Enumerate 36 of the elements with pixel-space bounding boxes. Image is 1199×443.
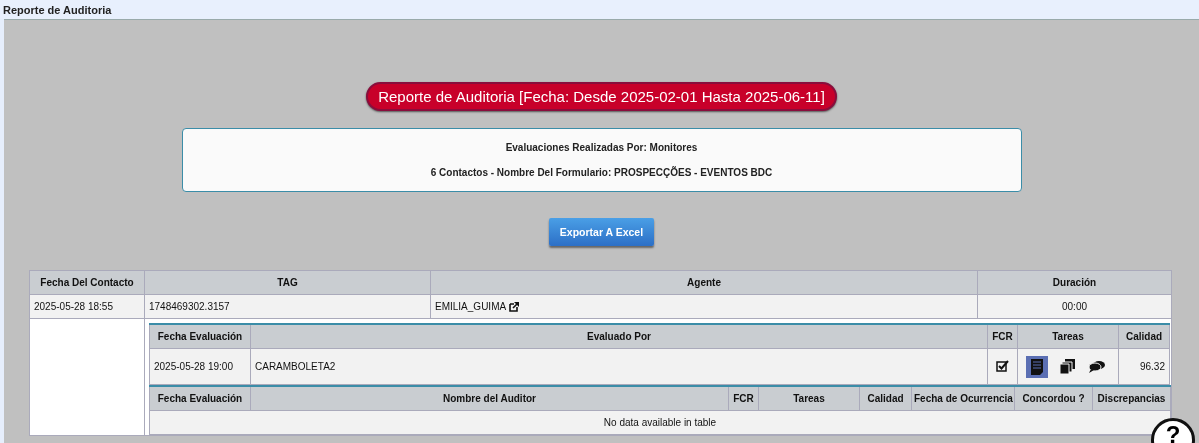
agent-link[interactable]: EMILIA_GUIMA xyxy=(435,301,507,312)
export-button[interactable]: Exportar A Excel xyxy=(548,218,655,246)
info-text: 6 Contactos - Nombre Del Formulario: PROSPECÇÕES - EVENTOS BDC xyxy=(430,167,773,178)
column-header: Nombre del Auditor xyxy=(250,386,729,411)
column-header: Fecha Evaluación xyxy=(149,324,251,349)
table-cell: 1748469302.3157 xyxy=(144,294,431,319)
column-header: Fecha Evaluación xyxy=(149,386,251,411)
table-cell: 2025-05-28 18:55 xyxy=(29,294,145,319)
column-header: FCR xyxy=(987,324,1018,349)
column-header: FCR xyxy=(728,386,759,411)
help-button[interactable]: ? xyxy=(1151,418,1195,443)
column-header: Calidad xyxy=(1118,324,1170,349)
document-icon xyxy=(1031,358,1043,375)
comments-icon xyxy=(1089,360,1105,373)
column-header: Fecha de Ocurrencia xyxy=(911,386,1015,411)
table-cell: 96.32 xyxy=(1118,348,1170,385)
column-header: Evaluado Por xyxy=(250,324,988,349)
column-header: Concordou ? xyxy=(1014,386,1093,411)
copies-icon xyxy=(1059,359,1075,374)
column-header: Tareas xyxy=(1017,324,1119,349)
window-title: Reporte de Auditoria xyxy=(3,3,112,16)
external-link-icon xyxy=(509,301,520,312)
column-header: Calidad xyxy=(859,386,912,411)
column-header: Fecha Del Contacto xyxy=(29,270,145,295)
report-title: Reporte de Auditoria [Fecha: Desde 2025-02-01 Hasta 2025-06-11] xyxy=(366,82,837,111)
table-cell: CARAMBOLETA2 xyxy=(250,348,988,385)
empty-message: No data available in table xyxy=(603,417,717,428)
column-header: Agente xyxy=(430,270,978,295)
task-button[interactable] xyxy=(1026,355,1048,378)
column-header: Tareas xyxy=(758,386,860,411)
info-text: Evaluaciones Realizadas Por: Monitores xyxy=(505,142,698,153)
table-cell: 00:00 xyxy=(977,294,1172,319)
table-cell: 2025-05-28 19:00 xyxy=(149,348,251,385)
column-header: Discrepancias xyxy=(1092,386,1171,411)
column-header: Duración xyxy=(977,270,1172,295)
column-header: TAG xyxy=(144,270,431,295)
